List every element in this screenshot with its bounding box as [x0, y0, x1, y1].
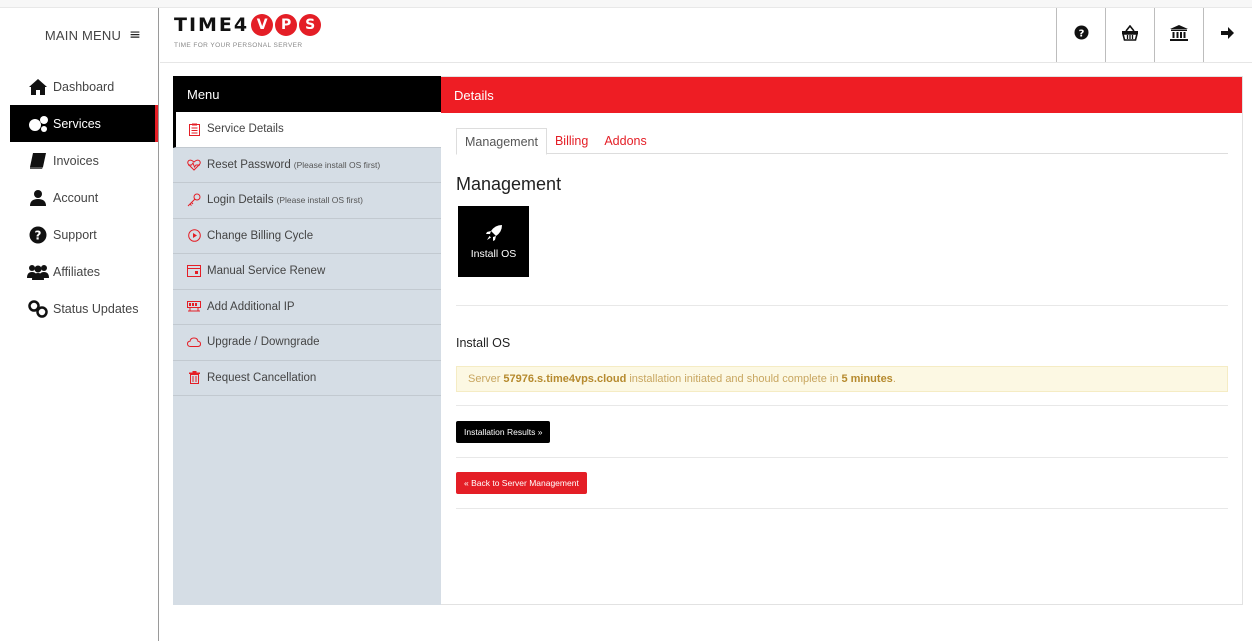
management-heading: Management [456, 174, 562, 194]
logo-letter-s: S [299, 14, 322, 36]
logo-tagline: TIME FOR YOUR PERSONAL SERVER [174, 42, 303, 49]
svg-text:?: ? [35, 228, 42, 242]
sidebar-item-affiliates[interactable]: Affiliates [10, 253, 158, 290]
bank-icon [1170, 24, 1188, 46]
sidebar-item-invoices[interactable]: Invoices [10, 142, 158, 179]
key-icon [187, 193, 201, 207]
sidebar-item-label: Affiliates [53, 264, 101, 279]
divider [456, 457, 1228, 458]
header-icons: ? [1056, 8, 1252, 62]
sidebar-item-account[interactable]: Account [10, 179, 158, 216]
sidebar-item-label: Invoices [53, 153, 99, 168]
details-panel-title: Details [441, 77, 1242, 113]
logout-button[interactable] [1203, 8, 1252, 62]
menu-item-label: Change Billing Cycle [207, 229, 314, 242]
menu-item-add-additional-ip[interactable]: Add Additional IP [173, 290, 441, 325]
basket-icon [1121, 24, 1139, 46]
top-header: TIME4 V P S TIME FOR YOUR PERSONAL SERVE… [160, 8, 1252, 63]
divider [456, 508, 1228, 509]
rocket-icon [485, 224, 503, 245]
menu-item-reset-password[interactable]: Reset Password (Please install OS first) [173, 148, 441, 183]
menu-item-change-billing-cycle[interactable]: Change Billing Cycle [173, 219, 441, 254]
sidebar-item-label: Services [53, 116, 101, 131]
top-strip [0, 0, 1252, 8]
back-to-server-management-button[interactable]: « Back to Server Management [456, 472, 587, 494]
divider [456, 405, 1228, 406]
menu-item-label: Manual Service Renew [207, 265, 326, 278]
menu-item-label: Service Details [207, 123, 284, 136]
sidebar-item-dashboard[interactable]: Dashboard [10, 68, 158, 105]
book-icon [27, 151, 49, 171]
sidebar-item-label: Account [53, 190, 99, 205]
calendar-icon [187, 264, 201, 278]
main-menu-label: MAIN MENU [44, 27, 122, 43]
details-panel: Details Management Billing Addons Manage… [441, 76, 1243, 605]
menu-item-note: (Please install OS first) [293, 159, 381, 170]
install-os-heading: Install OS [456, 336, 511, 350]
tab-addons[interactable]: Addons [596, 128, 654, 154]
menu-item-label: Reset Password [207, 158, 291, 171]
menu-panel-title: Menu [173, 76, 441, 112]
alert-prefix: Server [468, 373, 501, 385]
help-button[interactable]: ? [1056, 8, 1105, 62]
menu-item-service-details[interactable]: Service Details [173, 112, 441, 148]
logo-text: TIME4 [174, 14, 250, 36]
cloud-icon [187, 335, 201, 349]
heartbeat-icon [187, 158, 201, 172]
cart-button[interactable] [1105, 8, 1154, 62]
logo-wordmark: TIME4 V P S [174, 12, 374, 38]
network-icon [187, 300, 201, 314]
clipboard-icon [187, 122, 201, 136]
alert-duration: 5 minutes [841, 373, 893, 385]
sidebar-item-status-updates[interactable]: Status Updates [10, 290, 158, 327]
menu-item-request-cancellation[interactable]: Request Cancellation [173, 361, 441, 396]
alert-suffix: . [892, 373, 896, 385]
tab-management[interactable]: Management [456, 128, 547, 155]
divider [456, 305, 1228, 306]
link-icon [27, 299, 49, 319]
menu-item-label: Request Cancellation [207, 371, 317, 384]
menu-item-upgrade-downgrade[interactable]: Upgrade / Downgrade [173, 325, 441, 361]
sidebar-item-label: Dashboard [53, 79, 115, 94]
trash-icon [187, 371, 201, 385]
menu-item-note: (Please install OS first) [276, 195, 363, 206]
sidebar-item-label: Support [53, 227, 97, 242]
play-circle-icon [187, 229, 201, 243]
user-icon [27, 188, 49, 208]
install-os-tile-label: Install OS [470, 247, 517, 260]
gears-icon [27, 114, 49, 134]
logo-letter-v: V [251, 14, 274, 36]
tab-billing[interactable]: Billing [547, 128, 596, 154]
sidebar: MAIN MENU ≡ Dashboard Services Invoices [0, 8, 159, 641]
svg-text:?: ? [1078, 29, 1084, 40]
help-icon: ? [1074, 25, 1089, 45]
logo-letter-p: P [275, 14, 298, 36]
menu-item-login-details[interactable]: Login Details (Please install OS first) [173, 183, 441, 219]
logout-icon [1221, 26, 1235, 44]
menu-item-label: Login Details [207, 194, 274, 207]
billing-button[interactable] [1154, 8, 1203, 62]
sidebar-nav: Dashboard Services Invoices Account ? Su… [10, 68, 158, 327]
sidebar-item-services[interactable]: Services [10, 105, 158, 142]
alert-server-name: 57976.s.time4vps.cloud [503, 373, 627, 385]
hamburger-icon: ≡ [129, 27, 141, 43]
menu-item-label: Upgrade / Downgrade [207, 336, 320, 349]
service-menu-panel: Menu Service Details Reset Password (Ple… [173, 76, 441, 605]
main-menu-toggle[interactable]: MAIN MENU ≡ [0, 22, 159, 48]
time4vps-logo[interactable]: TIME4 V P S TIME FOR YOUR PERSONAL SERVE… [174, 12, 374, 60]
menu-item-label: Add Additional IP [207, 300, 295, 313]
details-tabs: Management Billing Addons [456, 128, 1228, 155]
question-circle-icon: ? [27, 225, 49, 245]
install-status-alert: Server 57976.s.time4vps.cloud installati… [456, 366, 1228, 392]
home-icon [27, 77, 49, 97]
sidebar-item-label: Status Updates [53, 301, 139, 316]
installation-results-button[interactable]: Installation Results » [456, 421, 551, 443]
sidebar-item-support[interactable]: ? Support [10, 216, 158, 253]
install-os-tile[interactable]: Install OS [458, 206, 529, 277]
menu-item-manual-service-renew[interactable]: Manual Service Renew [173, 254, 441, 290]
users-icon [27, 262, 49, 282]
alert-middle: installation initiated and should comple… [629, 373, 839, 385]
